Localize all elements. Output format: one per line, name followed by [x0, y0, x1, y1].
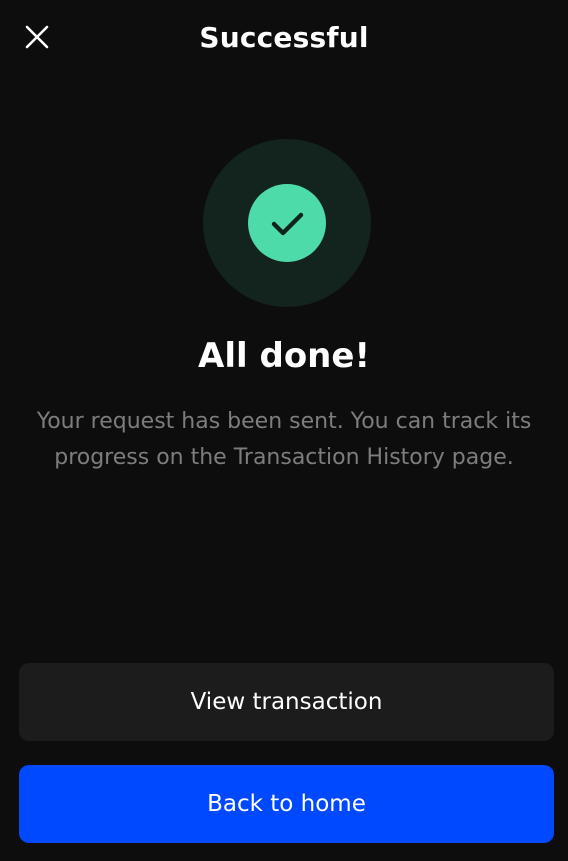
success-headline: All done! [198, 336, 370, 376]
success-status-ring [203, 139, 371, 307]
success-status-dot [248, 184, 326, 262]
view-transaction-button[interactable]: View transaction [19, 663, 554, 741]
success-message: Your request has been sent. You can trac… [36, 409, 532, 470]
page-title: Successful [199, 21, 369, 54]
checkmark-icon [271, 212, 304, 236]
header-bar: Successful [0, 0, 568, 76]
back-to-home-button[interactable]: Back to home [19, 765, 554, 843]
